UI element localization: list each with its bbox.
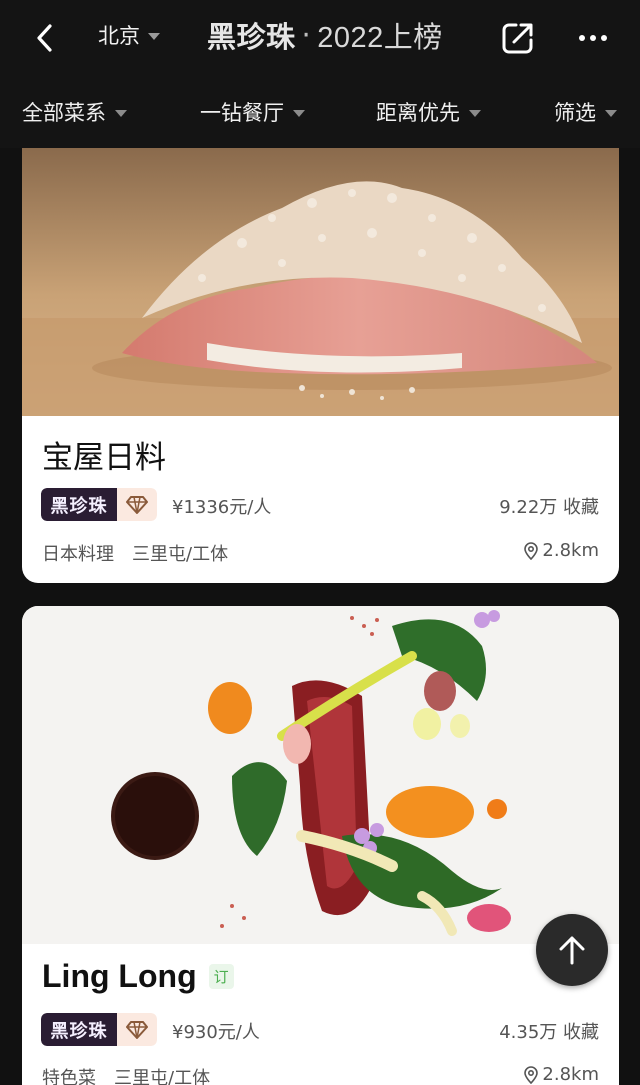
city-selector[interactable]: 北京 xyxy=(98,20,160,50)
favorites-count: 4.35万 收藏 xyxy=(499,1022,599,1043)
location-pin-icon xyxy=(524,1065,539,1084)
cuisine-label: 特色菜 xyxy=(42,1068,96,1085)
booking-tag: 订 xyxy=(208,964,234,989)
favorites-count: 9.22万 收藏 xyxy=(499,497,599,518)
filter-label: 筛选 xyxy=(554,101,596,125)
more-options-icon[interactable] xyxy=(576,26,610,50)
distance-label: 2.8km xyxy=(542,1064,599,1085)
share-icon[interactable] xyxy=(500,20,536,56)
diamond-icon xyxy=(117,488,157,521)
filter-bar: 全部菜系 一钻餐厅 距离优先 筛选 xyxy=(0,75,640,148)
diamond-icon xyxy=(117,1013,157,1046)
title-separator: · xyxy=(301,18,312,52)
restaurant-meta: 日本料理 三里屯/工体 xyxy=(42,540,228,566)
restaurant-name: 宝屋日料 xyxy=(42,440,166,476)
cuisine-label: 日本料理 xyxy=(42,544,114,565)
restaurant-meta: 特色菜 三里屯/工体 xyxy=(42,1064,210,1085)
filter-label: 全部菜系 xyxy=(22,101,106,125)
title-brand: 黑珍珠 xyxy=(207,20,296,54)
caret-down-icon xyxy=(115,110,127,117)
title-year: 2022上榜 xyxy=(317,22,443,54)
distance: 2.8km xyxy=(523,1064,599,1085)
city-label: 北京 xyxy=(98,24,140,48)
caret-down-icon xyxy=(469,110,481,117)
distance: 2.8km xyxy=(523,540,599,561)
area-label: 三里屯/工体 xyxy=(132,544,229,565)
arrow-up-icon xyxy=(559,936,585,965)
filter-diamond-level[interactable]: 一钻餐厅 xyxy=(200,97,305,127)
black-pearl-badge: 黑珍珠 xyxy=(41,488,157,521)
caret-down-icon xyxy=(293,110,305,117)
black-pearl-badge: 黑珍珠 xyxy=(41,1013,157,1046)
restaurant-name-text: Ling Long xyxy=(42,958,197,994)
restaurant-photo xyxy=(22,606,619,944)
location-pin-icon xyxy=(524,541,539,560)
distance-label: 2.8km xyxy=(542,540,599,561)
price-per-person: ¥1336元/人 xyxy=(172,497,272,518)
back-arrow-icon[interactable] xyxy=(30,18,62,58)
badge-label: 黑珍珠 xyxy=(41,488,117,521)
restaurant-name: Ling Long 订 xyxy=(42,958,234,995)
filter-cuisine[interactable]: 全部菜系 xyxy=(22,97,127,127)
filter-more[interactable]: 筛选 xyxy=(554,97,617,127)
area-label: 三里屯/工体 xyxy=(114,1068,211,1085)
badge-label: 黑珍珠 xyxy=(41,1013,117,1046)
filter-label: 距离优先 xyxy=(376,101,460,125)
filter-label: 一钻餐厅 xyxy=(200,101,284,125)
restaurant-card[interactable]: Ling Long 订 黑珍珠 ¥930元/人 4.35万 收藏 特色菜 三里屯… xyxy=(22,606,619,1085)
price-per-person: ¥930元/人 xyxy=(172,1022,260,1043)
chevron-down-icon xyxy=(148,33,160,40)
restaurant-card[interactable]: 宝屋日料 黑珍珠 ¥1336元/人 9.22万 收藏 日本料理 三里屯/工体 2… xyxy=(22,148,619,583)
restaurant-photo xyxy=(22,148,619,416)
top-nav-bar: 北京 黑珍珠 · 2022上榜 xyxy=(0,0,640,75)
page-title: 黑珍珠 · 2022上榜 xyxy=(207,14,443,56)
caret-down-icon xyxy=(605,110,617,117)
back-to-top-button[interactable] xyxy=(536,914,608,986)
filter-sort[interactable]: 距离优先 xyxy=(376,97,481,127)
